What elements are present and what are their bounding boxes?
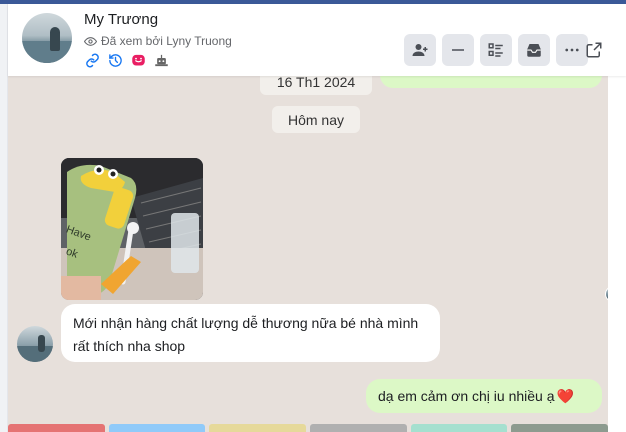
robot-icon[interactable]	[153, 52, 169, 68]
external-link-icon	[586, 42, 602, 58]
chat-bubble-icon[interactable]	[130, 52, 146, 68]
open-external-button[interactable]	[578, 34, 610, 66]
message-photo[interactable]: Have ok	[61, 158, 203, 300]
inbox-icon	[527, 44, 541, 57]
heart-emoji: ❤️	[556, 387, 574, 404]
label-tab[interactable]	[511, 424, 609, 432]
label-tabs-strip	[8, 424, 609, 432]
list-icon	[488, 43, 503, 57]
photo-illustration: Have ok	[61, 158, 203, 300]
label-tab[interactable]	[209, 424, 307, 432]
today-divider: Hôm nay	[272, 106, 360, 133]
list-view-button[interactable]	[480, 34, 512, 66]
label-tab[interactable]	[310, 424, 407, 432]
minus-icon	[452, 49, 464, 51]
label-tab[interactable]	[8, 424, 105, 432]
inbox-button[interactable]	[518, 34, 550, 66]
history-icon[interactable]	[107, 52, 123, 68]
received-message-bubble[interactable]: Mới nhận hàng chất lượng dễ thương nữa b…	[61, 304, 440, 362]
contact-quick-icons	[84, 52, 169, 68]
read-receipt-avatar	[605, 286, 608, 302]
sent-message-text: dạ em cảm ơn chị iu nhiều ạ	[378, 388, 555, 404]
avatar-image	[17, 335, 53, 362]
sent-message-bubble[interactable]: dạ em cảm ơn chị iu nhiều ạ ❤️	[366, 379, 602, 413]
label-tab[interactable]	[410, 424, 508, 432]
seen-status: Đã xem bởi Lyny Truong	[84, 34, 232, 48]
seen-text: Đã xem bởi Lyny Truong	[101, 34, 232, 48]
header-actions	[404, 34, 588, 66]
date-divider: 16 Th1 2024	[260, 74, 372, 95]
sender-avatar[interactable]	[17, 326, 53, 362]
minimize-button[interactable]	[442, 34, 474, 66]
label-tab[interactable]	[108, 424, 206, 432]
contact-avatar[interactable]	[22, 13, 72, 63]
contact-name[interactable]: My Trương	[84, 11, 158, 28]
add-person-button[interactable]	[404, 34, 436, 66]
previous-sent-bubble	[380, 74, 602, 88]
left-panel-edge	[0, 4, 8, 432]
received-message-text: Mới nhận hàng chất lượng dễ thương nữa b…	[73, 315, 419, 354]
eye-icon	[84, 36, 97, 46]
chat-header: My Trương Đã xem bởi Lyny Truong	[8, 4, 626, 76]
link-icon[interactable]	[84, 52, 100, 68]
add-person-icon	[412, 44, 428, 56]
conversation-area[interactable]: 16 Th1 2024 Hôm nay Have ok Mới nhận hàn…	[8, 74, 608, 432]
